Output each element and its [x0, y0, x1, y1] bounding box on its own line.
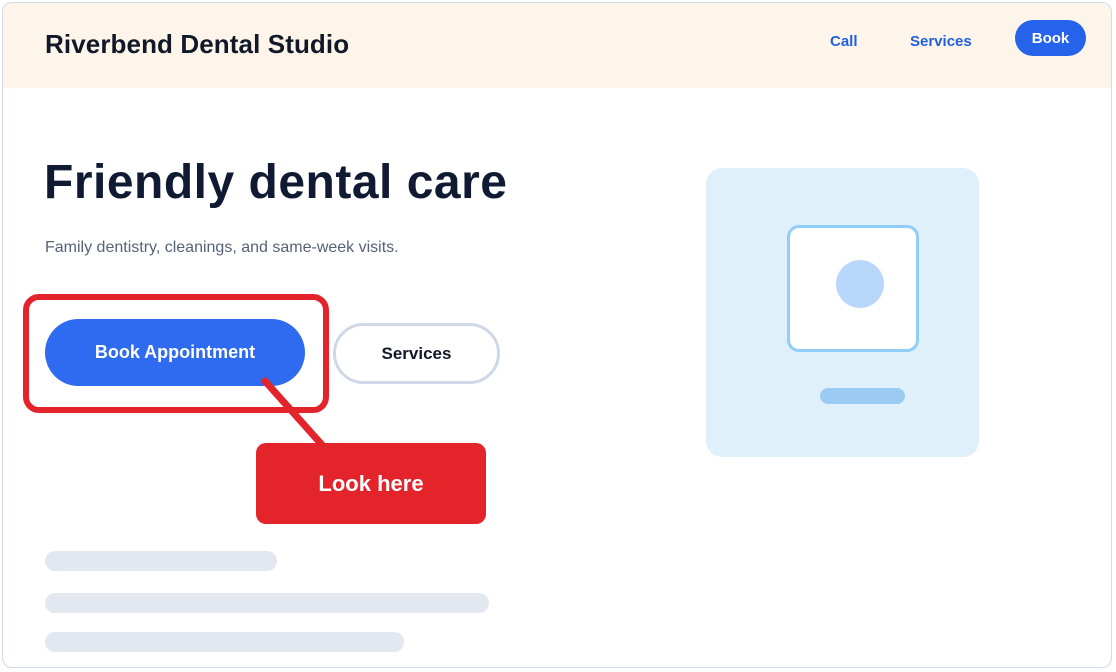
skeleton-line	[45, 551, 277, 571]
illustration-dot	[836, 260, 884, 308]
skeleton-line	[45, 632, 404, 652]
image-placeholder-icon	[787, 225, 919, 352]
hero-title: Friendly dental care	[44, 156, 508, 209]
services-button[interactable]: Services	[333, 323, 500, 384]
page-frame: Riverbend Dental Studio Call Services Bo…	[2, 2, 1112, 668]
nav-book-button[interactable]: Book	[1015, 20, 1086, 56]
nav-call-link[interactable]: Call	[830, 33, 858, 50]
illustration-caption-bar	[820, 388, 905, 404]
skeleton-line	[45, 593, 489, 613]
annotation-callout: Look here	[256, 443, 486, 524]
nav-services-link[interactable]: Services	[910, 33, 972, 50]
brand-name: Riverbend Dental Studio	[45, 29, 350, 59]
site-header: Riverbend Dental Studio Call Services Bo…	[3, 3, 1111, 88]
hero-illustration	[706, 168, 979, 457]
annotation-highlight-box	[23, 294, 329, 413]
hero-subtitle: Family dentistry, cleanings, and same-we…	[45, 239, 399, 256]
